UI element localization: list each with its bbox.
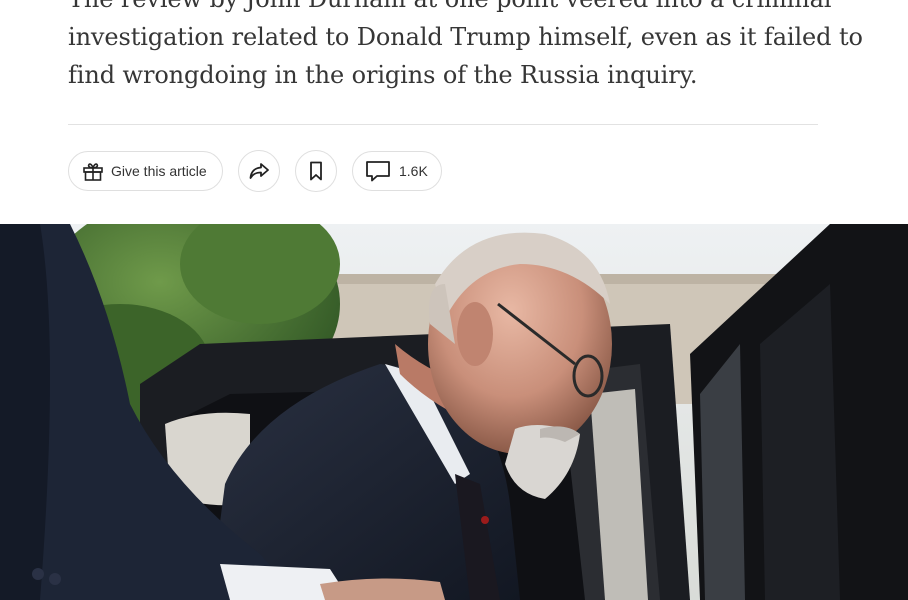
article-page: The review by John Durham at one point v… [0, 0, 908, 600]
article-summary: The review by John Durham at one point v… [68, 0, 863, 94]
article-photo [0, 224, 908, 600]
summary-line-1: The review by John Durham at one point v… [68, 0, 832, 18]
share-button[interactable] [238, 150, 280, 192]
gift-icon [81, 159, 105, 183]
comments-count: 1.6K [399, 163, 428, 179]
summary-line-2: investigation related to Donald Trump hi… [68, 23, 863, 51]
bookmark-button[interactable] [295, 150, 337, 192]
give-article-button[interactable]: Give this article [68, 151, 223, 191]
bookmark-icon [304, 159, 328, 183]
comments-button[interactable]: 1.6K [352, 151, 442, 191]
comment-icon [365, 159, 391, 183]
share-icon [247, 159, 271, 183]
summary-line-3: find wrongdoing in the origins of the Ru… [68, 61, 698, 89]
article-toolbar: Give this article 1.6K [68, 150, 442, 192]
divider [68, 124, 818, 125]
give-article-label: Give this article [111, 163, 207, 179]
